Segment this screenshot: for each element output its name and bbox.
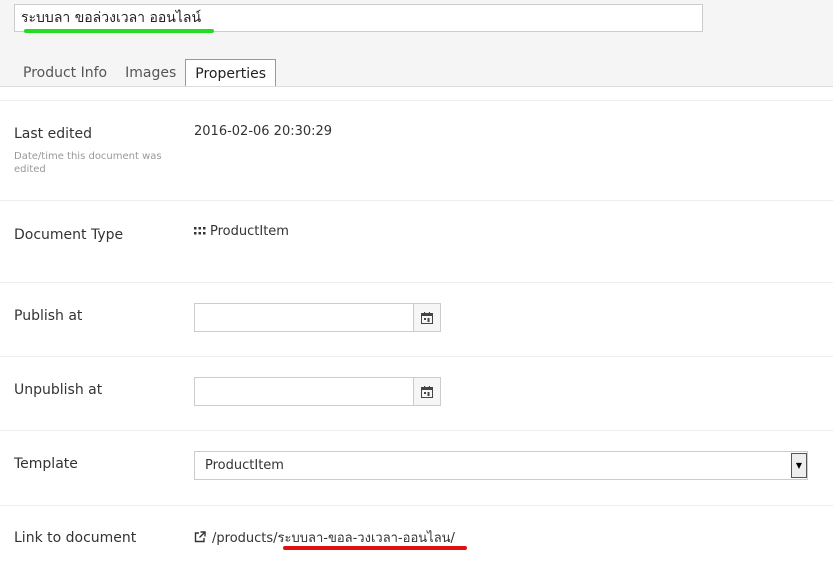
property-last-edited: Last edited Date/time this document was … xyxy=(0,101,833,201)
calendar-icon xyxy=(421,311,433,324)
unpublish-at-calendar-button[interactable] xyxy=(414,377,441,406)
calendar-icon xyxy=(421,385,433,398)
document-link[interactable]: /products/ระบบลา-ขอล-วงเวลา-ออนไลน/ xyxy=(212,531,455,546)
link-to-document-label: Link to document xyxy=(14,530,137,546)
publish-at-date-group xyxy=(194,303,441,332)
document-type-label: Document Type xyxy=(14,227,124,243)
publish-at-label: Publish at xyxy=(14,308,83,324)
last-edited-value: 2016-02-06 20:30:29 xyxy=(194,124,333,139)
editor-tabs: Product Info Images Properties xyxy=(14,59,277,87)
dropdown-arrow-icon[interactable]: ▼ xyxy=(791,453,807,478)
unpublish-at-date-group xyxy=(194,377,441,406)
tab-divider xyxy=(0,86,833,87)
property-publish-at: Publish at xyxy=(0,283,833,357)
document-type-value-wrap: ProductItem xyxy=(194,224,289,239)
last-edited-label: Last edited xyxy=(14,126,92,142)
grid-icon xyxy=(194,224,206,239)
template-selected-value: ProductItem xyxy=(205,458,284,473)
tab-images[interactable]: Images xyxy=(116,59,185,87)
external-link-icon xyxy=(194,530,206,547)
name-highlight-underline xyxy=(24,29,214,33)
tab-properties[interactable]: Properties xyxy=(185,59,277,87)
tab-product-info[interactable]: Product Info xyxy=(14,59,116,87)
link-highlight-underline xyxy=(283,546,467,550)
link-to-document-value-wrap: /products/ระบบลา-ขอล-วงเวลา-ออนไลน/ xyxy=(194,527,455,548)
template-label: Template xyxy=(14,456,78,472)
template-select[interactable]: ProductItem ▼ xyxy=(194,451,808,480)
unpublish-at-label: Unpublish at xyxy=(14,382,103,398)
unpublish-at-input[interactable] xyxy=(194,377,414,406)
publish-at-input[interactable] xyxy=(194,303,414,332)
property-document-type: Document Type ProductItem xyxy=(0,201,833,283)
document-type-value: ProductItem xyxy=(210,224,289,239)
property-template: Template ProductItem ▼ xyxy=(0,431,833,506)
property-link-to-document: Link to document /products/ระบบลา-ขอล-วง… xyxy=(0,506,833,564)
document-name-input[interactable] xyxy=(14,4,703,32)
publish-at-calendar-button[interactable] xyxy=(414,303,441,332)
property-unpublish-at: Unpublish at xyxy=(0,357,833,431)
last-edited-description: Date/time this document was edited xyxy=(14,151,162,175)
